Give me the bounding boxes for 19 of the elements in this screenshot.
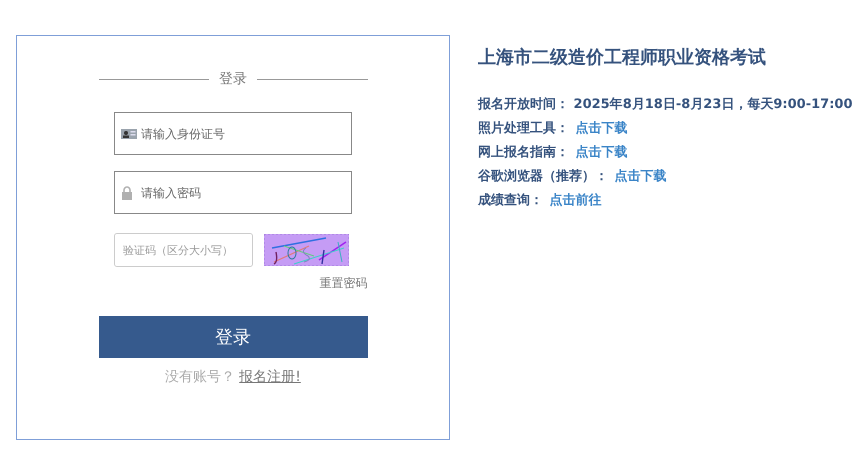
info-value: 2025年8月18日-8月23日，每天9:00-17:00: [574, 97, 852, 112]
register-link[interactable]: 报名注册!: [239, 368, 301, 386]
captcha-field[interactable]: 验证码（区分大小写）: [114, 233, 253, 267]
info-label: 谷歌浏览器（推荐）：: [478, 169, 608, 184]
info-link[interactable]: 点击下载: [576, 121, 628, 136]
reset-password-link[interactable]: 重置密码: [320, 275, 368, 292]
exam-title: 上海市二级造价工程师职业资格考试: [478, 46, 767, 69]
login-heading: 登录: [219, 70, 247, 88]
info-label: 照片处理工具：: [478, 121, 569, 136]
password-field[interactable]: 请输入密码: [114, 171, 352, 214]
info-label: 成绩查询：: [478, 193, 543, 208]
info-label: 网上报名指南：: [478, 145, 569, 160]
login-button[interactable]: 登录: [98, 316, 368, 358]
info-label: 报名开放时间：: [478, 97, 569, 112]
info-link[interactable]: 点击前往: [550, 193, 602, 208]
info-link[interactable]: 点击下载: [614, 169, 667, 184]
info-link[interactable]: 点击下载: [576, 145, 628, 160]
id-number-field[interactable]: 请输入身份证号: [114, 112, 352, 155]
register-prompt: 没有账号？: [165, 368, 236, 386]
